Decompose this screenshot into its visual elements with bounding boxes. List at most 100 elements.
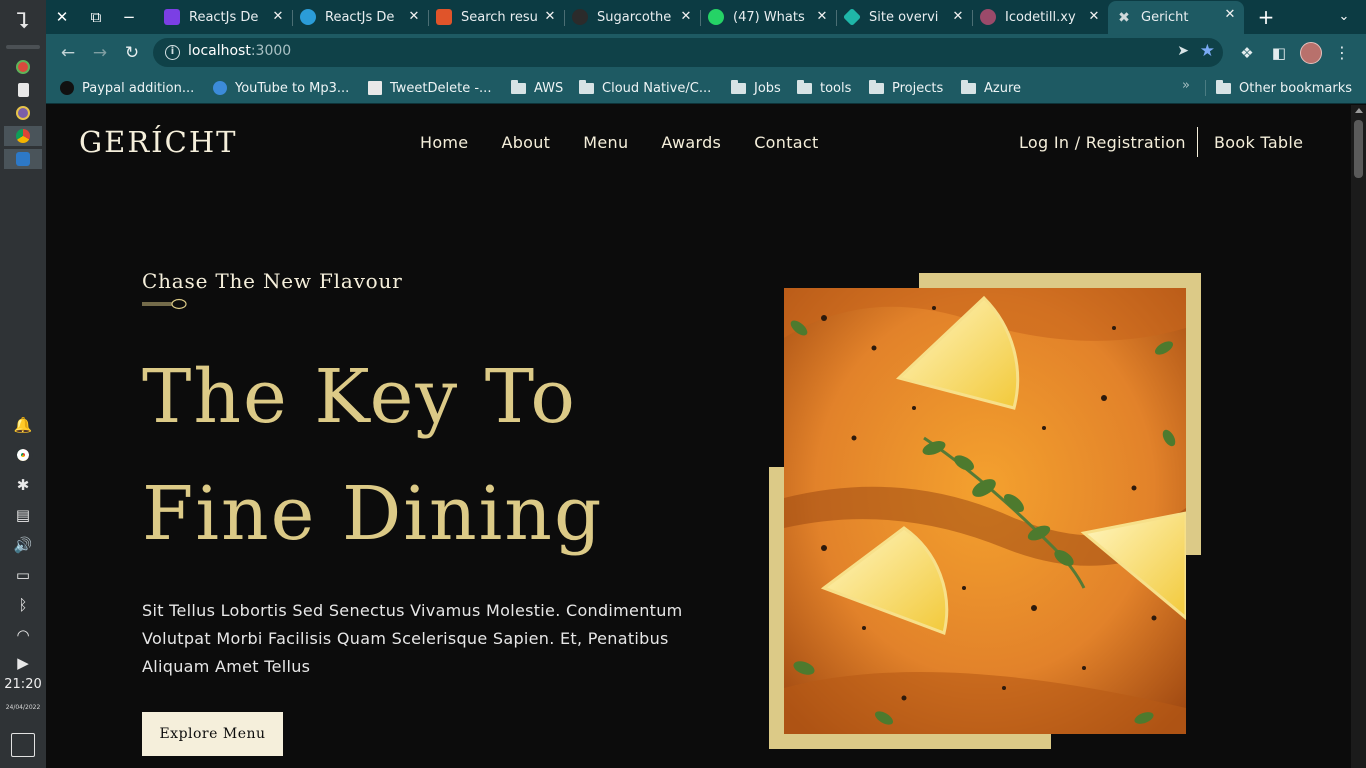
- site-info-icon[interactable]: i: [165, 45, 180, 60]
- tab-4[interactable]: (47) Whats ✕: [700, 3, 837, 31]
- bookmark-star-icon[interactable]: ★: [1200, 41, 1215, 61]
- bookmark-label: Azure: [984, 80, 1022, 96]
- hero-food-image: [784, 288, 1186, 734]
- book-table-link[interactable]: Book Table: [1214, 133, 1303, 152]
- nav-contact[interactable]: Contact: [754, 133, 818, 152]
- headline-line-1: The Key To: [142, 354, 577, 440]
- scroll-thumb[interactable]: [1354, 120, 1363, 178]
- bookmark-folder-cloud-native[interactable]: Cloud Native/C...: [579, 78, 711, 98]
- tab-close-icon[interactable]: ✕: [270, 9, 286, 25]
- dock-app-files[interactable]: [4, 80, 42, 100]
- show-desktop-icon[interactable]: [11, 733, 35, 757]
- tab-close-icon[interactable]: ✕: [950, 9, 966, 25]
- launcher-icon[interactable]: ⮧: [11, 8, 35, 36]
- tab-label: (47) Whats: [733, 9, 805, 25]
- bookmark-youtube-mp3[interactable]: YouTube to Mp3...: [213, 78, 349, 98]
- folder-icon: [511, 79, 526, 94]
- folder-icon: [797, 79, 812, 94]
- tab-close-icon[interactable]: ✕: [678, 9, 694, 25]
- forward-button[interactable]: →: [88, 42, 112, 64]
- netlify-icon: [842, 7, 862, 27]
- bookmark-tweetdelete[interactable]: TweetDelete -...: [368, 78, 491, 98]
- dock-app-red[interactable]: [4, 57, 42, 77]
- tab-2[interactable]: Search resu ✕: [428, 3, 565, 31]
- browser-menu-icon[interactable]: ⋮: [1332, 42, 1352, 64]
- tab-close-icon[interactable]: ✕: [1086, 9, 1102, 25]
- expand-tray-icon[interactable]: ▶: [0, 651, 46, 675]
- tab-3[interactable]: Sugarcothe ✕: [564, 3, 701, 31]
- dock-app-vscode[interactable]: [4, 149, 42, 169]
- fork-knife-icon: ✖: [1118, 9, 1130, 26]
- side-panel-icon[interactable]: ◧: [1268, 42, 1290, 64]
- os-dock: ⮧ 🔔 ✱ ▤ 🔊 ▭ ᛒ ◠ ▶ 21:20 24/04/2022: [0, 0, 46, 768]
- new-tab-button[interactable]: +: [1255, 6, 1277, 28]
- page-scrollbar[interactable]: [1351, 105, 1366, 768]
- bookmark-label: AWS: [534, 80, 564, 96]
- back-button[interactable]: ←: [56, 42, 80, 64]
- bookmark-paypal[interactable]: Paypal addition...: [60, 78, 194, 98]
- bookmark-folder-aws[interactable]: AWS: [511, 78, 563, 98]
- minimize-window-icon[interactable]: −: [118, 6, 140, 28]
- spoon-icon: [142, 298, 187, 310]
- tab-7-active[interactable]: ✖ Gericht ✕: [1108, 1, 1244, 34]
- nav-menu[interactable]: Menu: [583, 133, 628, 152]
- tab-6[interactable]: Icodetill.xy ✕: [972, 3, 1108, 31]
- tab-close-icon[interactable]: ✕: [542, 9, 558, 25]
- tab-close-icon[interactable]: ✕: [406, 9, 422, 25]
- bookmark-label: Paypal addition...: [82, 80, 195, 96]
- bluetooth-icon[interactable]: ᛒ: [0, 593, 46, 617]
- profile-avatar[interactable]: [1300, 42, 1322, 64]
- nav-home[interactable]: Home: [420, 133, 468, 152]
- tab-0[interactable]: ReactJs De ✕: [156, 3, 293, 31]
- notification-bell-icon[interactable]: 🔔: [0, 413, 46, 437]
- tab-5[interactable]: Site overvi ✕: [836, 3, 973, 31]
- tab-label: ReactJs De: [189, 9, 259, 25]
- folder-icon: [1216, 79, 1231, 94]
- explore-menu-button[interactable]: Explore Menu: [142, 712, 283, 756]
- dock-app-chrome[interactable]: [4, 126, 42, 146]
- avatar-icon: [980, 9, 996, 25]
- bookmarks-overflow-button[interactable]: »: [1182, 78, 1190, 93]
- nav-about[interactable]: About: [501, 133, 550, 152]
- other-bookmarks-folder[interactable]: Other bookmarks: [1216, 78, 1352, 98]
- bookmarks-separator: [1205, 80, 1206, 96]
- bluetooth-tray-icon[interactable]: ✱: [0, 473, 46, 497]
- tab-close-icon[interactable]: ✕: [814, 9, 830, 25]
- bookmark-folder-jobs[interactable]: Jobs: [731, 78, 781, 98]
- send-tab-icon[interactable]: ➤: [1177, 43, 1189, 59]
- wifi-icon[interactable]: ◠: [0, 623, 46, 647]
- bookmark-label: TweetDelete -...: [390, 80, 492, 96]
- trash-icon: [368, 81, 382, 95]
- nav-awards[interactable]: Awards: [661, 133, 721, 152]
- site-logo[interactable]: GERÍCHT: [79, 125, 237, 159]
- scroll-up-arrow-icon[interactable]: [1355, 108, 1363, 113]
- clock-date: 24/04/2022: [5, 704, 41, 711]
- clipboard-icon[interactable]: ▤: [0, 503, 46, 527]
- close-window-icon[interactable]: ✕: [51, 6, 73, 28]
- tab-search-chevron-icon[interactable]: ⌄: [1333, 6, 1355, 28]
- bookmark-folder-tools[interactable]: tools: [797, 78, 851, 98]
- extensions-puzzle-icon[interactable]: ❖: [1236, 42, 1258, 64]
- folder-icon: [731, 79, 746, 94]
- dock-app-yellow[interactable]: [4, 103, 42, 123]
- folder-icon: [579, 79, 594, 94]
- battery-icon[interactable]: ▭: [0, 563, 46, 587]
- bookmark-folder-azure[interactable]: Azure: [961, 78, 1021, 98]
- address-bar[interactable]: i localhost:3000 ➤ ★: [153, 38, 1223, 67]
- url-text: localhost:3000: [188, 43, 292, 59]
- reload-button[interactable]: ↻: [120, 42, 144, 64]
- browser-toolbar: ← → ↻ i localhost:3000 ➤ ★ ❖ ◧ ⋮: [46, 34, 1366, 72]
- bookmark-folder-projects[interactable]: Projects: [869, 78, 943, 98]
- bookmark-label: Projects: [892, 80, 944, 96]
- purple-arrow-icon: [164, 9, 180, 25]
- folder-icon: [961, 79, 976, 94]
- restore-window-icon[interactable]: ⧉: [85, 6, 107, 28]
- github-icon: [572, 9, 588, 25]
- chrome-tray-icon[interactable]: [0, 443, 46, 467]
- tab-1[interactable]: ReactJs De ✕: [292, 3, 429, 31]
- login-registration-link[interactable]: Log In / Registration: [1019, 133, 1186, 152]
- clock-time[interactable]: 21:20: [0, 677, 46, 692]
- tab-close-icon[interactable]: ✕: [1222, 7, 1238, 23]
- headline-line-2: Fine Dining: [142, 471, 604, 557]
- volume-icon[interactable]: 🔊: [0, 533, 46, 557]
